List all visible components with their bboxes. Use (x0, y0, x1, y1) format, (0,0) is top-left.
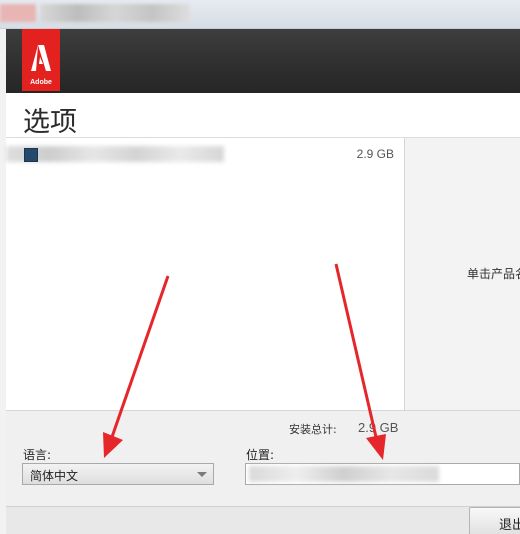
os-titlebar-blur (0, 4, 36, 22)
installer-window: Adobe 选项 2.9 GB 单击产品名 安装总计: 2.9 GB 语言: 简… (0, 0, 520, 534)
adobe-logo-icon: Adobe (22, 29, 60, 91)
page-title: 选项 (23, 107, 77, 138)
product-checkbox[interactable] (24, 148, 38, 162)
footer-bar (6, 506, 520, 534)
dropdown-arrow-icon (197, 472, 207, 477)
os-titlebar (0, 0, 520, 29)
language-select-value: 简体中文 (30, 469, 79, 483)
product-detail-panel: 单击产品名 (405, 138, 520, 410)
install-total-value: 2.9 GB (358, 420, 399, 435)
product-size: 2.9 GB (356, 147, 394, 161)
product-detail-hint: 单击产品名 (467, 267, 520, 281)
product-list: 2.9 GB (6, 138, 405, 410)
location-label: 位置: (246, 448, 275, 462)
install-total-label: 安装总计: (289, 423, 337, 436)
exit-button[interactable]: 退出 (469, 507, 520, 534)
adobe-logo-mark (31, 45, 51, 71)
location-value-redacted (249, 466, 439, 482)
location-input[interactable] (245, 463, 520, 485)
product-name-redacted (6, 146, 224, 162)
os-titlebar-blur (40, 4, 190, 22)
product-row[interactable]: 2.9 GB (6, 142, 404, 166)
app-header (6, 29, 520, 93)
language-label: 语言: (23, 448, 52, 462)
language-select[interactable]: 简体中文 (22, 463, 214, 485)
adobe-logo-text: Adobe (30, 79, 52, 86)
